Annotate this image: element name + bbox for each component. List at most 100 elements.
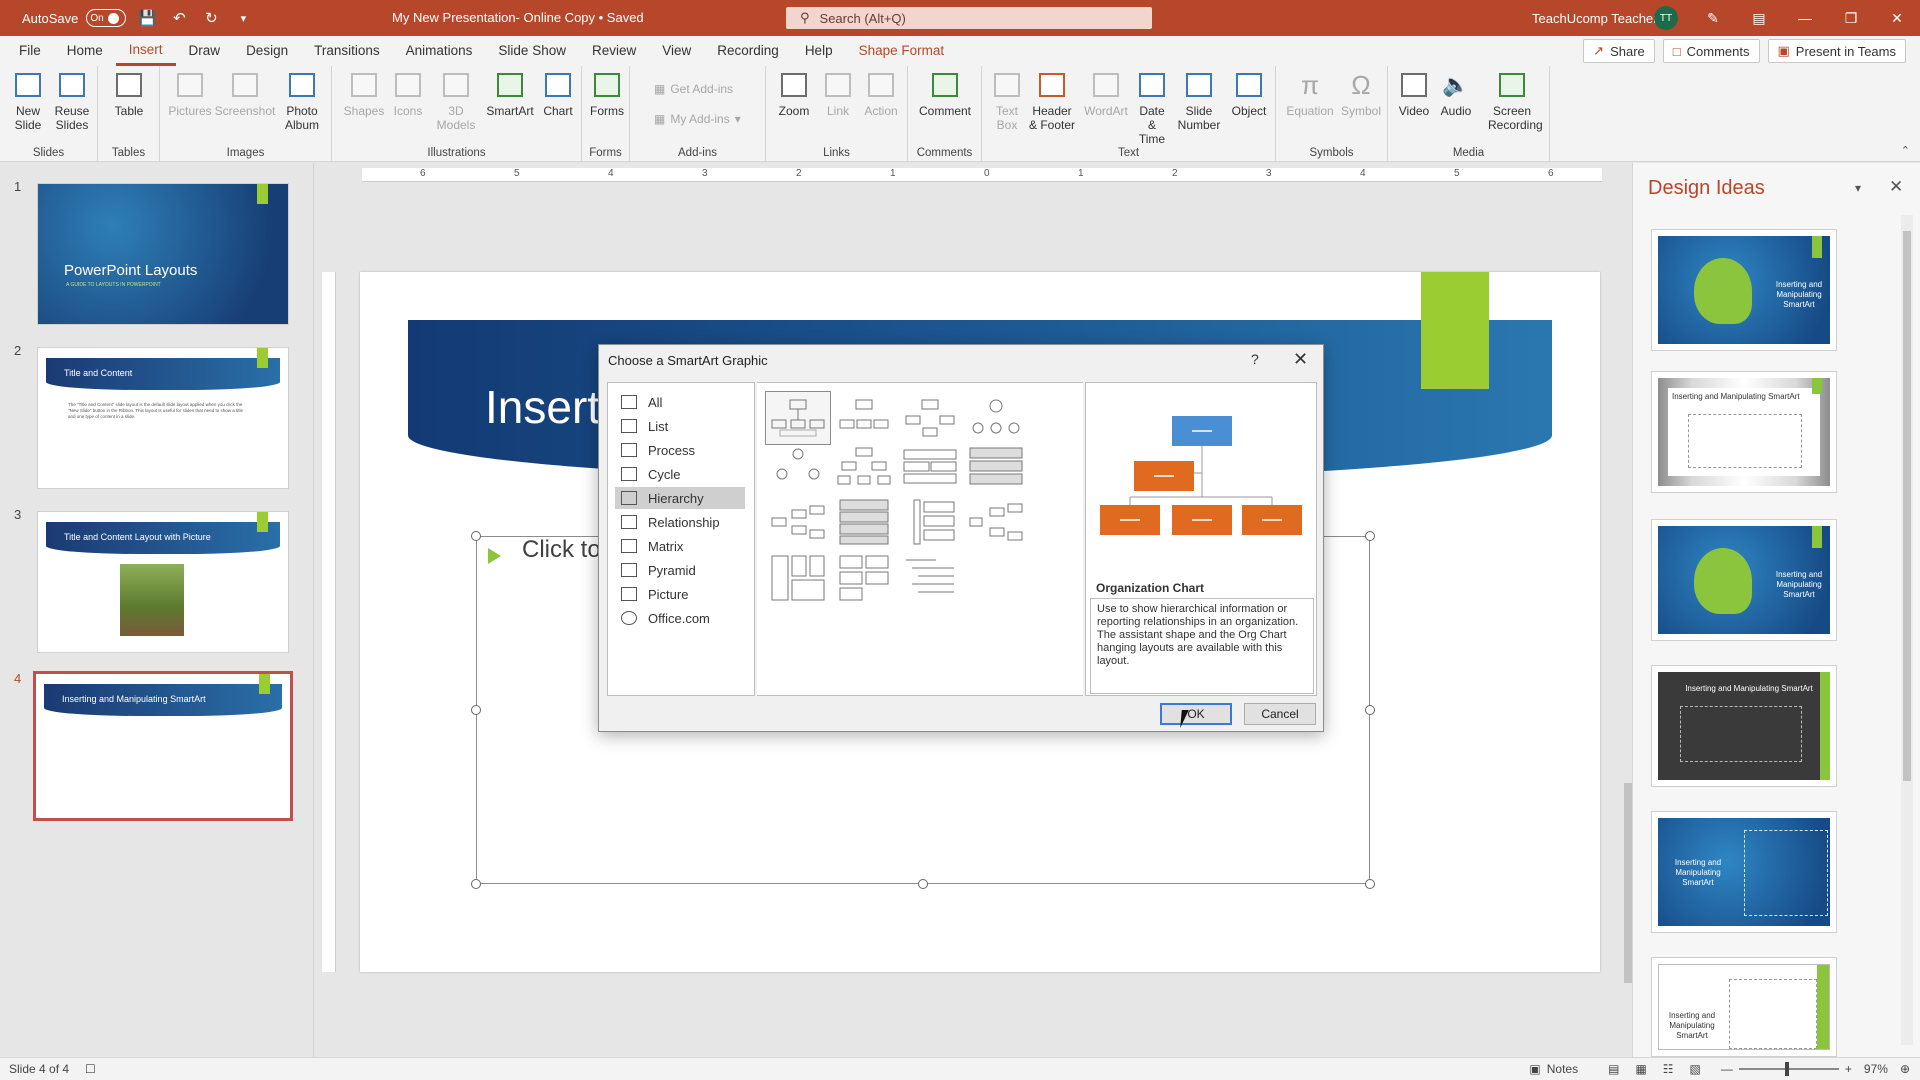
chevron-down-icon[interactable]: ▾ <box>1855 181 1861 195</box>
zoom-out-icon[interactable]: — <box>1721 1062 1733 1076</box>
tab-help[interactable]: Help <box>792 36 846 66</box>
screenshot-button[interactable]: Screenshot <box>212 70 278 118</box>
tab-draw[interactable]: Draw <box>176 36 234 66</box>
tab-shape-format[interactable]: Shape Format <box>846 36 958 66</box>
tab-review[interactable]: Review <box>579 36 649 66</box>
autosave-toggle[interactable]: On <box>86 9 127 27</box>
close-pane-icon[interactable]: ✕ <box>1889 177 1903 197</box>
scrollbar-thumb[interactable] <box>1624 783 1632 983</box>
close-icon[interactable]: ✕ <box>1293 349 1308 370</box>
comments-button[interactable]: □ Comments <box>1662 39 1760 63</box>
shapes-button[interactable]: Shapes <box>342 70 386 118</box>
layout-circle-picture-hierarchy[interactable] <box>963 391 1029 445</box>
undo-icon[interactable]: ↶ <box>168 7 190 29</box>
resize-handle[interactable] <box>471 879 481 889</box>
minimize-icon[interactable]: — <box>1782 0 1828 36</box>
notes-button[interactable]: Notes <box>1547 1062 1578 1076</box>
present-in-teams-button[interactable]: ▣ Present in Teams <box>1767 39 1906 63</box>
category-pyramid[interactable]: Pyramid <box>615 559 745 581</box>
category-office-com[interactable]: Office.com <box>615 607 745 629</box>
category-matrix[interactable]: Matrix <box>615 535 745 557</box>
avatar[interactable]: TT <box>1654 6 1678 30</box>
get-addins-button[interactable]: ▦ Get Add-ins <box>654 82 733 96</box>
slide-thumbnail-1[interactable]: PowerPoint Layouts A GUIDE TO LAYOUTS IN… <box>37 183 289 325</box>
zoom-button[interactable]: Zoom <box>774 70 814 118</box>
layout-hierarchy[interactable] <box>765 439 831 493</box>
close-window-icon[interactable]: ✕ <box>1874 0 1920 36</box>
category-list-item[interactable]: List <box>615 415 745 437</box>
forms-button[interactable]: Forms <box>587 70 627 118</box>
customize-toolbar-icon[interactable]: ▾ <box>232 7 254 29</box>
resize-handle[interactable] <box>1365 531 1375 541</box>
resize-handle[interactable] <box>918 879 928 889</box>
resize-handle[interactable] <box>471 531 481 541</box>
design-idea-4[interactable]: Inserting and Manipulating SmartArt <box>1651 665 1837 787</box>
layout-name-title-org-chart[interactable] <box>831 391 897 445</box>
tab-transitions[interactable]: Transitions <box>301 36 393 66</box>
link-button[interactable]: Link <box>818 70 858 118</box>
tab-design[interactable]: Design <box>233 36 301 66</box>
accessibility-icon[interactable]: ☐ <box>85 1062 96 1076</box>
slide-thumbnail-2[interactable]: Title and Content The "Title and Content… <box>37 347 289 489</box>
fit-slide-icon[interactable]: ⊕ <box>1900 1062 1910 1076</box>
normal-view-icon[interactable]: ▤ <box>1608 1062 1619 1076</box>
layout-table-hierarchy[interactable] <box>897 439 963 493</box>
screen-recording-button[interactable]: Screen Recording <box>1480 70 1544 132</box>
design-idea-1[interactable]: Inserting and Manipulating SmartArt <box>1651 229 1837 351</box>
category-process[interactable]: Process <box>615 439 745 461</box>
text-box-button[interactable]: Text Box <box>992 70 1022 132</box>
object-button[interactable]: Object <box>1226 70 1272 118</box>
new-slide-button[interactable]: New Slide <box>8 70 48 132</box>
resize-handle[interactable] <box>1365 705 1375 715</box>
category-cycle[interactable]: Cycle <box>615 463 745 485</box>
tab-recording[interactable]: Recording <box>704 36 792 66</box>
table-button[interactable]: Table <box>110 70 148 118</box>
share-button[interactable]: ↗ Share <box>1583 39 1655 63</box>
tab-slide-show[interactable]: Slide Show <box>485 36 579 66</box>
save-icon[interactable]: 💾 <box>136 7 158 29</box>
layout-hierarchy-list[interactable] <box>831 495 897 549</box>
tab-home[interactable]: Home <box>54 36 116 66</box>
user-name[interactable]: TeachUcomp Teacher <box>1532 11 1658 26</box>
help-icon[interactable]: ? <box>1251 351 1259 367</box>
equation-button[interactable]: π Equation <box>1284 70 1336 118</box>
slide-title[interactable]: Insert <box>485 380 600 434</box>
autosave-control[interactable]: AutoSave On <box>22 9 127 27</box>
slide-thumbnail-4[interactable]: Inserting and Manipulating SmartArt <box>33 671 293 821</box>
my-addins-button[interactable]: ▦ My Add-ins ▾ <box>654 112 741 126</box>
layout-horizontal-hierarchy[interactable] <box>765 495 831 549</box>
3d-models-button[interactable]: 3D Models <box>432 70 480 132</box>
search-input[interactable]: ⚲ Search (Alt+Q) <box>786 7 1152 29</box>
chart-button[interactable]: Chart <box>538 70 578 118</box>
collapse-ribbon-icon[interactable]: ⌃ <box>1901 144 1910 157</box>
tab-view[interactable]: View <box>649 36 704 66</box>
redo-icon[interactable]: ↻ <box>200 7 222 29</box>
wordart-button[interactable]: WordArt <box>1082 70 1130 118</box>
resize-handle[interactable] <box>471 705 481 715</box>
design-pane-scrollbar[interactable] <box>1901 215 1913 1045</box>
design-idea-3[interactable]: Inserting and Manipulating SmartArt <box>1651 519 1837 641</box>
category-hierarchy[interactable]: Hierarchy <box>615 487 745 509</box>
layout-text-hierarchy[interactable] <box>897 551 963 605</box>
restore-icon[interactable]: ❐ <box>1828 0 1874 36</box>
zoom-in-icon[interactable]: + <box>1845 1062 1852 1076</box>
header-footer-button[interactable]: Header & Footer <box>1026 70 1078 132</box>
category-picture[interactable]: Picture <box>615 583 745 605</box>
ok-button[interactable]: OK <box>1160 703 1232 725</box>
tab-animations[interactable]: Animations <box>393 36 486 66</box>
reading-view-icon[interactable]: ☷ <box>1663 1062 1674 1076</box>
photo-album-button[interactable]: Photo Album <box>278 70 326 132</box>
icons-button[interactable]: Icons <box>388 70 428 118</box>
layout-organization-chart[interactable] <box>765 391 831 445</box>
tab-insert[interactable]: Insert <box>115 36 176 66</box>
layout-stacked-blocks[interactable] <box>831 551 897 605</box>
notes-icon[interactable]: ▣ <box>1529 1062 1540 1076</box>
pen-icon[interactable]: ✎ <box>1690 0 1736 36</box>
comment-button[interactable]: Comment <box>916 70 974 118</box>
placeholder-text[interactable]: Click to <box>522 536 601 564</box>
slideshow-icon[interactable]: ▧ <box>1690 1062 1701 1076</box>
slide-thumbnail-3[interactable]: Title and Content Layout with Picture <box>37 511 289 653</box>
layout-architecture[interactable] <box>963 495 1029 549</box>
cancel-button[interactable]: Cancel <box>1244 703 1316 725</box>
design-idea-6[interactable]: Inserting and Manipulating SmartArt <box>1651 957 1837 1057</box>
